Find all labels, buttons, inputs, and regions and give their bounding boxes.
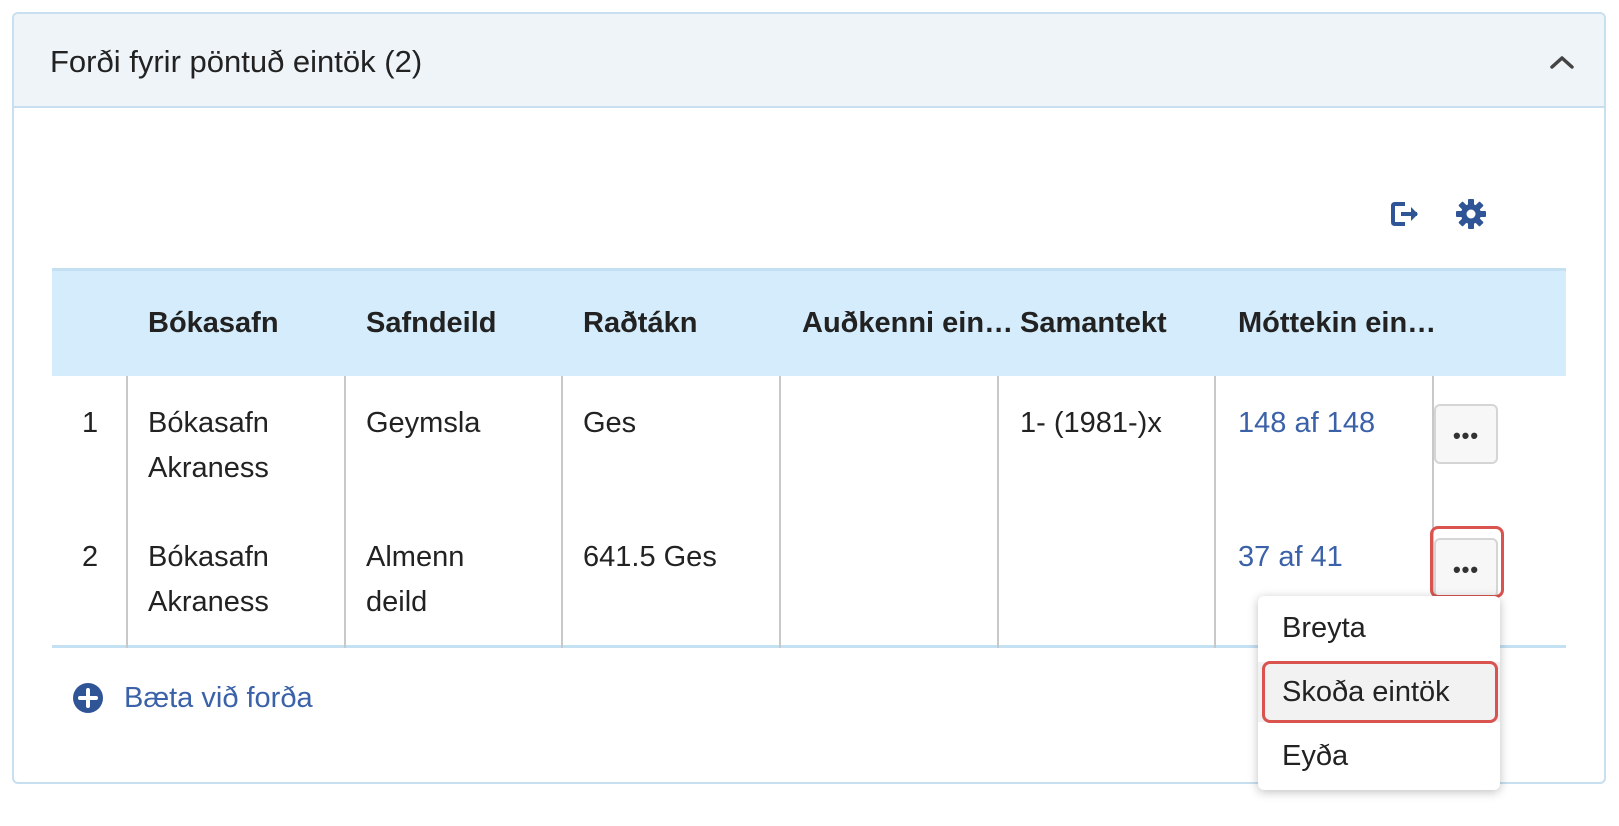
summary-cell: 1- (1981-)x — [1020, 407, 1162, 439]
add-holding-button[interactable]: Bæta við forða — [72, 678, 313, 718]
chevron-up-icon[interactable] — [1548, 48, 1576, 76]
panel-header[interactable]: Forði fyrir pöntuð eintök (2) — [14, 14, 1604, 108]
plus-circle-icon — [73, 683, 103, 713]
library-cell-line2: Akraness — [148, 452, 269, 484]
library-cell: Bókasafn — [148, 407, 269, 439]
received-items-link[interactable]: 148 af 148 — [1238, 401, 1375, 446]
library-cell: Bókasafn — [148, 541, 269, 573]
column-header-library[interactable]: Bókasafn — [148, 271, 348, 376]
department-cell: Geymsla — [366, 407, 481, 439]
column-divider — [1214, 376, 1216, 648]
row-actions-highlight — [1430, 526, 1504, 598]
row-actions-button[interactable]: ••• — [1434, 404, 1498, 464]
export-icon[interactable] — [1386, 194, 1426, 234]
call-number-cell: 641.5 Ges — [583, 541, 717, 573]
column-header-call-number[interactable]: Raðtákn — [583, 271, 783, 376]
table-header: Bókasafn Safndeild Raðtákn Auðkenni ein…… — [52, 271, 1566, 376]
holdings-table: Bókasafn Safndeild Raðtákn Auðkenni ein…… — [52, 268, 1566, 648]
column-header-received[interactable]: Móttekin ein… — [1238, 271, 1448, 376]
column-divider — [126, 376, 128, 648]
column-divider — [561, 376, 563, 648]
column-divider — [344, 376, 346, 648]
department-cell-line2: deild — [366, 586, 428, 618]
menu-item-highlight — [1262, 661, 1498, 723]
more-icon: ••• — [1452, 423, 1480, 448]
column-divider — [779, 376, 781, 648]
column-header-summary[interactable]: Samantekt — [1020, 271, 1220, 376]
menu-item-edit[interactable]: Breyta — [1258, 598, 1500, 658]
menu-item-delete[interactable]: Eyða — [1258, 726, 1500, 786]
call-number-cell: Ges — [583, 407, 637, 439]
column-divider — [997, 376, 999, 648]
department-cell: Almenn — [366, 541, 465, 573]
panel-title: Forði fyrir pöntuð eintök (2) — [50, 44, 423, 79]
row-index: 2 — [82, 541, 99, 573]
column-header-item-id[interactable]: Auðkenni ein… — [802, 271, 1012, 376]
column-header-department[interactable]: Safndeild — [366, 271, 566, 376]
library-cell-line2: Akraness — [148, 586, 269, 618]
gear-icon[interactable] — [1451, 194, 1491, 234]
add-holding-label: Bæta við forða — [124, 681, 313, 714]
received-items-link[interactable]: 37 af 41 — [1238, 535, 1343, 580]
row-index: 1 — [82, 407, 99, 439]
